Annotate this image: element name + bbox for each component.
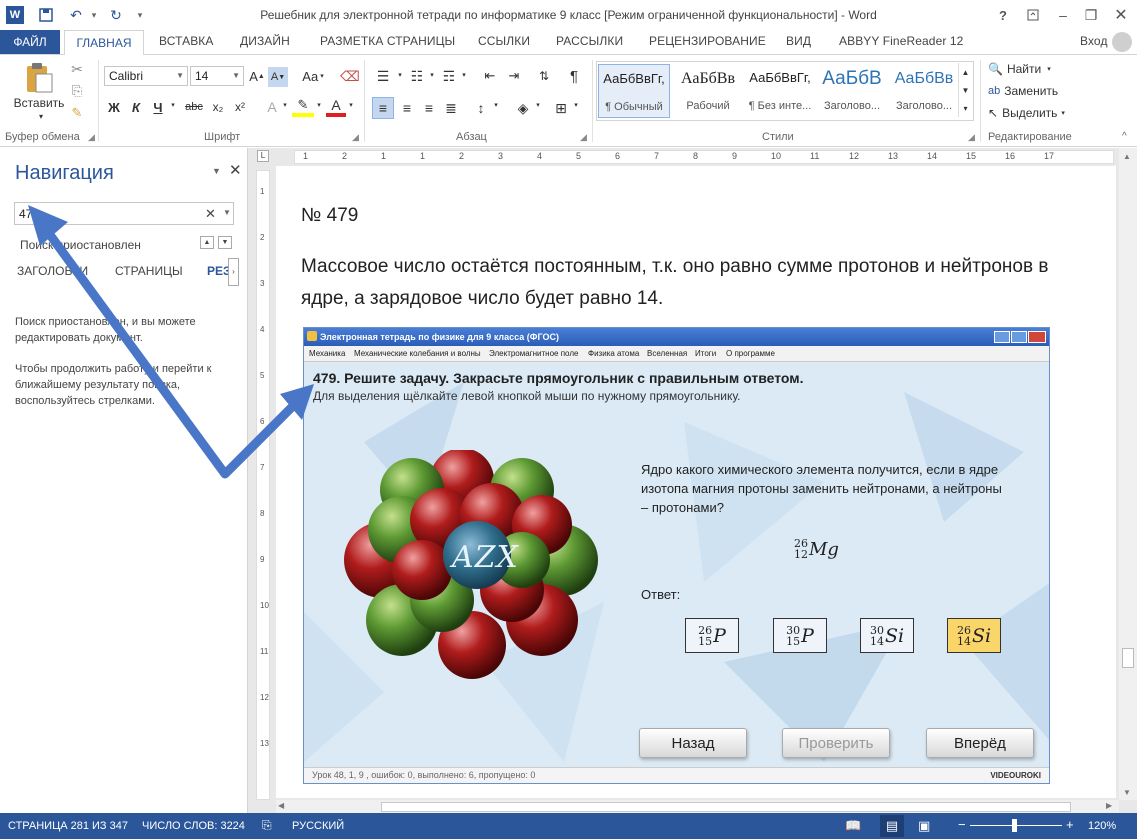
language[interactable]: РУССКИЙ	[292, 820, 344, 832]
zoom-out-button[interactable]: −	[958, 817, 966, 832]
zoom-in-button[interactable]: +	[1066, 817, 1074, 832]
web-layout-icon[interactable]: ▣	[918, 818, 930, 834]
zoom-slider-thumb[interactable]	[1012, 819, 1017, 832]
page-count[interactable]: СТРАНИЦА 281 ИЗ 347	[8, 820, 128, 832]
zoom-level[interactable]: 120%	[1088, 820, 1116, 832]
annotation-arrows	[28, 205, 314, 479]
tab-home[interactable]: ГЛАВНАЯ	[64, 30, 144, 55]
word-count[interactable]: ЧИСЛО СЛОВ: 3224	[142, 820, 245, 832]
print-layout-icon[interactable]: ▤	[880, 815, 904, 837]
proofing-icon[interactable]: ⎘	[262, 818, 272, 833]
read-mode-icon[interactable]: 📖	[845, 818, 861, 834]
status-bar: СТРАНИЦА 281 ИЗ 347 ЧИСЛО СЛОВ: 3224 ⎘ Р…	[0, 813, 1137, 839]
